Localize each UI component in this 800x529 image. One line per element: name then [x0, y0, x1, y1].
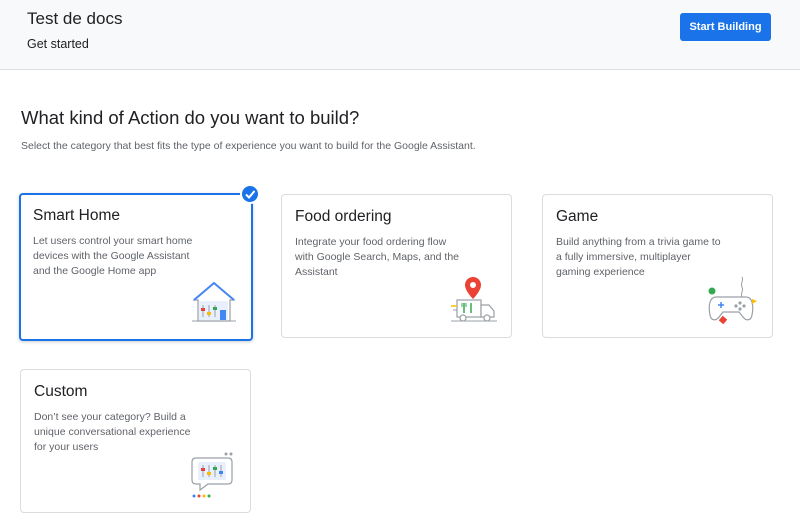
selected-check-icon — [240, 184, 260, 204]
card-title: Custom — [34, 383, 88, 400]
card-description: Don’t see your category? Build a unique … — [34, 411, 191, 453]
page-heading: What kind of Action do you want to build… — [21, 107, 360, 128]
card-title: Smart Home — [33, 207, 120, 224]
start-building-button[interactable]: Start Building — [680, 13, 771, 41]
card-description: Integrate your food ordering flow with G… — [295, 236, 460, 278]
food-truck-icon — [449, 275, 499, 325]
card-title: Game — [556, 208, 599, 225]
page-subheading: Select the category that best fits the t… — [21, 140, 476, 152]
card-custom[interactable]: Custom Don’t see your category? Build a … — [20, 369, 251, 513]
page-subtitle: Get started — [27, 37, 89, 51]
card-description: Build anything from a trivia game to a f… — [556, 236, 721, 278]
card-food-ordering[interactable]: Food ordering Integrate your food orderi… — [281, 194, 512, 338]
card-title: Food ordering — [295, 208, 392, 225]
card-smart-home[interactable]: Smart Home Let users control your smart … — [19, 193, 253, 341]
card-description: Let users control your smart home device… — [33, 235, 193, 277]
card-game[interactable]: Game Build anything from a trivia game t… — [542, 194, 773, 338]
top-header: Test de docs Get started Start Building — [0, 0, 800, 70]
project-title: Test de docs — [27, 9, 123, 28]
custom-chat-icon — [190, 450, 240, 500]
smart-home-icon — [189, 277, 239, 327]
game-controller-icon — [708, 275, 758, 325]
